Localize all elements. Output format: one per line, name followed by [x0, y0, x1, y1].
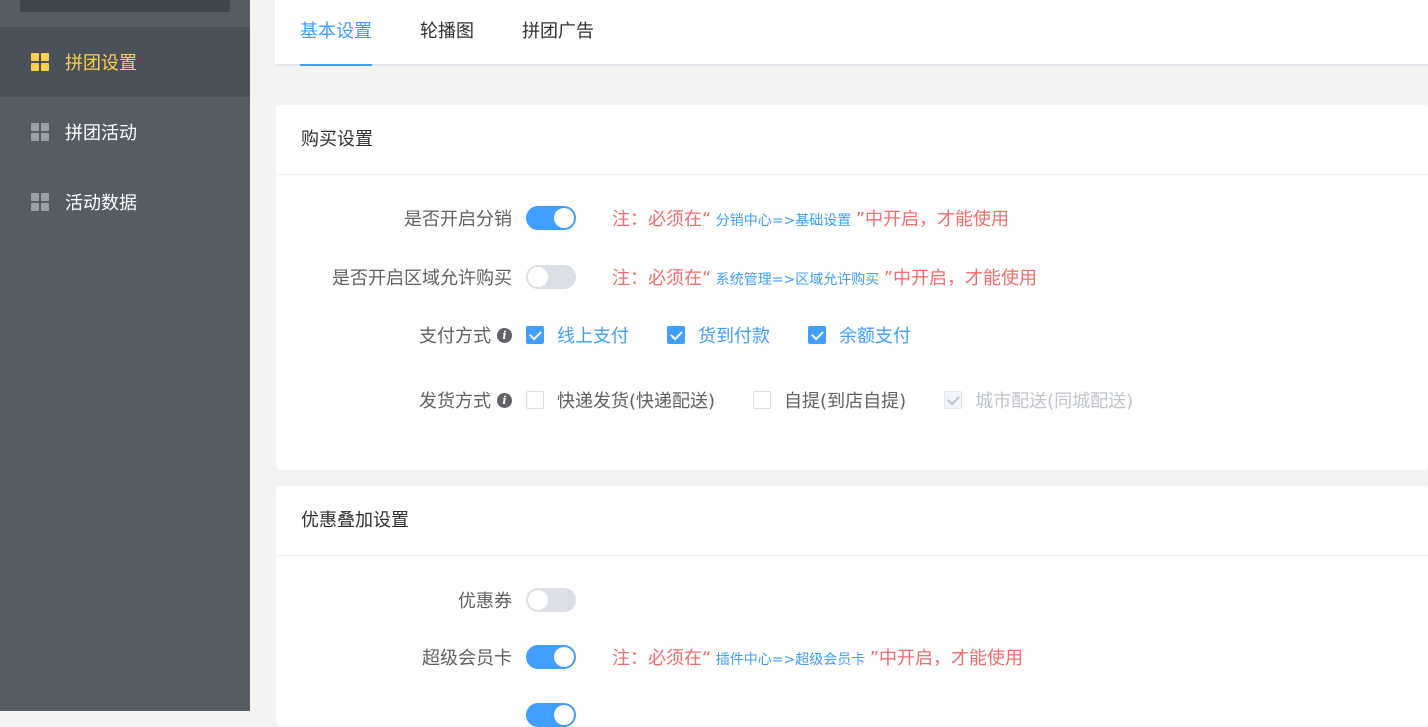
purchase-settings-card: 购买设置 是否开启分销 注：必须在“ 分销中心=>基础设置 ”中开启，才能使用 …: [276, 105, 1428, 470]
sidebar-item-label: 拼团活动: [65, 123, 137, 144]
coupon-switch[interactable]: [526, 588, 576, 612]
distribution-note-link: 分销中心=>基础设置: [711, 213, 856, 229]
supercard-switch[interactable]: [526, 645, 576, 669]
payment-cod-checkbox[interactable]: 货到付款: [667, 322, 770, 348]
info-icon[interactable]: i: [497, 392, 512, 408]
discount-settings-card: 优惠叠加设置 优惠券 超级会员卡 注：必须在“ 插件中心=>超级会员卡 ”中开启…: [276, 486, 1428, 727]
grid-icon: [31, 53, 49, 71]
member-price-row: [276, 696, 1428, 727]
delivery-label: 发货方式 i: [419, 387, 512, 413]
card-title: 优惠叠加设置: [276, 486, 1428, 556]
sidebar: 拼团设置 拼团活动 活动数据: [0, 0, 250, 711]
sidebar-item-label: 拼团设置: [65, 53, 137, 74]
delivery-options: 快递发货(快递配送) 自提(到店自提) 城市配送(同城配送): [526, 387, 1171, 413]
sidebar-logo-area: [20, 0, 230, 12]
payment-row: 支付方式 i 线上支付 货到付款 余额支付: [276, 320, 1428, 350]
region-label: 是否开启区域允许购买: [332, 268, 512, 289]
sidebar-item-group-activities[interactable]: 拼团活动: [0, 97, 250, 167]
payment-balance-checkbox[interactable]: 余额支付: [808, 322, 911, 348]
supercard-note: 注：必须在“ 插件中心=>超级会员卡 ”中开启，才能使用: [612, 648, 1024, 669]
supercard-note-link: 插件中心=>超级会员卡: [711, 652, 870, 668]
coupon-row: 优惠券: [276, 585, 1428, 615]
region-note-link: 系统管理=>区域允许购买: [711, 272, 884, 288]
sidebar-item-activity-data[interactable]: 活动数据: [0, 167, 250, 237]
sidebar-item-group-settings[interactable]: 拼团设置: [0, 27, 250, 97]
tab-carousel[interactable]: 轮播图: [420, 0, 474, 66]
payment-label: 支付方式 i: [419, 322, 512, 348]
delivery-row: 发货方式 i 快递发货(快递配送) 自提(到店自提) 城市配送(同城配送): [276, 385, 1428, 415]
region-row: 是否开启区域允许购买 注：必须在“ 系统管理=>区域允许购买 ”中开启，才能使用: [276, 262, 1428, 292]
payment-online-checkbox[interactable]: 线上支付: [526, 322, 629, 348]
info-icon[interactable]: i: [497, 327, 512, 343]
distribution-row: 是否开启分销 注：必须在“ 分销中心=>基础设置 ”中开启，才能使用: [276, 203, 1428, 233]
delivery-express-checkbox[interactable]: 快递发货(快递配送): [526, 387, 715, 413]
grid-icon: [31, 193, 49, 211]
payment-options: 线上支付 货到付款 余额支付: [526, 322, 949, 348]
region-note: 注：必须在“ 系统管理=>区域允许购买 ”中开启，才能使用: [612, 268, 1038, 289]
distribution-note: 注：必须在“ 分销中心=>基础设置 ”中开启，才能使用: [612, 209, 1010, 230]
grid-icon: [31, 123, 49, 141]
member-price-switch[interactable]: [526, 703, 576, 727]
coupon-label: 优惠券: [458, 591, 512, 612]
card-title: 购买设置: [276, 105, 1428, 175]
distribution-switch[interactable]: [526, 206, 576, 230]
supercard-row: 超级会员卡 注：必须在“ 插件中心=>超级会员卡 ”中开启，才能使用: [276, 642, 1428, 672]
sidebar-item-label: 活动数据: [65, 193, 137, 214]
supercard-label: 超级会员卡: [422, 648, 512, 669]
region-switch[interactable]: [526, 265, 576, 289]
delivery-city-checkbox: 城市配送(同城配送): [944, 387, 1133, 413]
distribution-label: 是否开启分销: [404, 209, 512, 230]
delivery-pickup-checkbox[interactable]: 自提(到店自提): [753, 387, 906, 413]
tab-group-ads[interactable]: 拼团广告: [522, 0, 594, 66]
tabs-bar: 基本设置 轮播图 拼团广告: [275, 0, 1428, 66]
tab-basic-settings[interactable]: 基本设置: [300, 0, 372, 66]
